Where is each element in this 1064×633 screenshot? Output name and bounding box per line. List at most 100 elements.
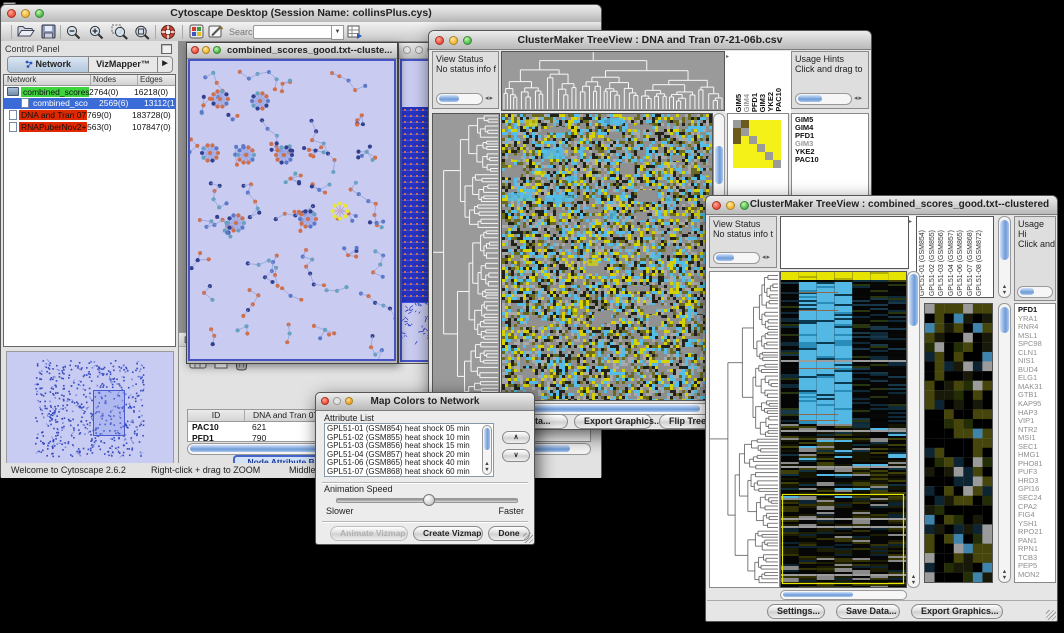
open-folder-icon[interactable] — [17, 24, 35, 39]
network-canvas-1[interactable] — [188, 59, 396, 361]
tv1-gene-dendrogram[interactable] — [432, 113, 500, 401]
zoom-window-icon[interactable] — [740, 201, 749, 210]
minimize-icon[interactable] — [415, 46, 423, 54]
scroll-right-icon[interactable]: ▸ — [726, 53, 729, 60]
gene-label[interactable]: MON2 — [1018, 571, 1055, 580]
tv2-settings-button[interactable]: Settings... — [767, 604, 825, 619]
column-label[interactable]: GPL51-04 (GSM857) — [948, 230, 958, 296]
tv1-usage-scroll[interactable]: ◂▸ — [795, 93, 863, 105]
zoom-fit-icon[interactable] — [133, 24, 151, 40]
tv2-export-graphics-button[interactable]: Export Graphics... — [911, 604, 1003, 619]
column-label[interactable]: GPL51-02 (GSM855) — [929, 230, 939, 296]
minimize-icon[interactable] — [21, 9, 30, 18]
main-titlebar[interactable]: Cytoscape Desktop (Session Name: collins… — [1, 5, 601, 23]
tv1-usage-hints: Usage Hints Click and drag to ◂▸ — [791, 51, 869, 109]
zoom-out-icon[interactable] — [65, 24, 82, 40]
tv2-heatmap[interactable] — [780, 271, 907, 588]
resize-grip[interactable] — [523, 533, 533, 543]
tv2-heatmap-hscroll[interactable] — [780, 590, 907, 600]
close-icon[interactable] — [191, 46, 199, 54]
column-label[interactable]: PAC10 — [774, 88, 782, 112]
scroll-updown-icon[interactable]: ▲▼ — [483, 461, 491, 473]
animation-speed-slider[interactable] — [336, 498, 518, 503]
tv2-zoom-heatmap[interactable] — [924, 303, 993, 583]
zoom-window-icon[interactable] — [345, 397, 353, 405]
scroll-updown-icon[interactable]: ▲▼ — [999, 569, 1010, 581]
column-label[interactable]: YKE2 — [766, 92, 774, 112]
tab-network[interactable]: Network — [8, 57, 89, 72]
tv1-zoom-matrix[interactable] — [733, 120, 781, 168]
animate-vizmap-button[interactable]: Animate Vizmap — [330, 526, 408, 541]
tv2-labels-vscroll[interactable]: ▲▼ — [998, 216, 1011, 298]
attr-row-id: PAC10 — [188, 422, 244, 433]
column-label[interactable]: GIM3 — [758, 94, 766, 112]
annotation-icon[interactable] — [208, 24, 224, 39]
dialog-titlebar[interactable]: Map Colors to Network — [316, 393, 534, 411]
scroll-arrows-icon[interactable]: ◂▸ — [854, 94, 863, 104]
help-ring-icon[interactable] — [160, 24, 176, 40]
tv1-column-dendrogram[interactable] — [501, 51, 725, 111]
tv2-gene-dendrogram[interactable] — [709, 271, 780, 588]
move-up-button[interactable]: ∧ — [502, 431, 530, 444]
column-label[interactable]: GPL51-01 (GSM854) — [919, 230, 929, 296]
network-row[interactable]: RNAPuberNov2+I 563(0) 107847(0) — [4, 121, 175, 133]
column-label[interactable]: GPL51-03 (GSM856) — [938, 230, 948, 296]
column-label[interactable]: PFD1 — [750, 93, 758, 112]
search-dropdown-icon[interactable]: ▼ — [331, 25, 344, 40]
save-icon[interactable] — [41, 24, 56, 39]
scroll-arrows-icon[interactable]: ◂▸ — [762, 253, 771, 263]
slider-thumb[interactable] — [423, 494, 435, 506]
zoom-window-icon[interactable] — [463, 36, 472, 45]
tv2-save-data-button[interactable]: Save Data... — [836, 604, 900, 619]
treeview1-titlebar[interactable]: ClusterMaker TreeView : DNA and Tran 07-… — [429, 31, 871, 50]
tab-vizmapper[interactable]: VizMapper™ — [89, 57, 158, 72]
float-panel-icon[interactable] — [161, 44, 172, 54]
close-icon[interactable] — [712, 201, 721, 210]
minimize-icon[interactable] — [449, 36, 458, 45]
treeview2-titlebar[interactable]: ClusterMaker TreeView : combined_scores_… — [706, 196, 1057, 215]
network-row[interactable]: combined_sco 2569(6) 13112(15) — [4, 98, 175, 110]
zoom-selected-icon[interactable] — [111, 24, 129, 40]
zoom-in-icon[interactable] — [88, 24, 105, 40]
attribute-listbox[interactable]: GPL51-01 (GSM854) heat shock 05 minGPL51… — [324, 423, 494, 477]
minimize-icon[interactable] — [726, 201, 735, 210]
close-icon[interactable] — [403, 46, 411, 54]
gene-label[interactable]: PAC10 — [795, 156, 868, 164]
minimize-icon[interactable] — [202, 46, 210, 54]
search-input[interactable] — [253, 25, 337, 39]
import-table-icon[interactable] — [347, 24, 363, 39]
minimize-icon[interactable] — [333, 397, 341, 405]
close-icon[interactable] — [435, 36, 444, 45]
move-down-button[interactable]: ∨ — [502, 449, 530, 462]
column-label[interactable]: GIM4 — [742, 94, 750, 112]
zoom-window-icon[interactable] — [35, 9, 44, 18]
column-label[interactable]: GPL51-08 (GSM872) — [976, 230, 986, 296]
attribute-item[interactable]: GPL51-07 (GSM868) heat shock 60 min — [327, 468, 491, 477]
zoom-window-icon[interactable] — [213, 46, 221, 54]
network-row[interactable]: DNA and Tran 07 769(0) 183728(0) — [4, 109, 175, 121]
column-label[interactable]: GPL51-06 (GSM865) — [957, 230, 967, 296]
birds-eye-view[interactable] — [6, 351, 174, 466]
scroll-right-icon[interactable]: ▸ — [909, 218, 912, 225]
scroll-updown-icon[interactable]: ▲▼ — [999, 284, 1010, 296]
network-row[interactable]: combined_scores 2764(0) 16218(0) — [4, 86, 175, 98]
scroll-updown-icon[interactable]: ▲▼ — [908, 574, 919, 586]
tv2-usage-scroll[interactable] — [1017, 286, 1053, 298]
network-window-1-titlebar[interactable]: combined_scores_good.txt--cluste... — [187, 43, 397, 59]
column-label[interactable]: GIM5 — [734, 94, 742, 112]
scroll-arrows-icon[interactable]: ◂▸ — [485, 94, 494, 104]
create-vizmap-button[interactable]: Create Vizmap — [413, 526, 483, 541]
column-label[interactable]: GPL51-07 (GSM868) — [967, 230, 977, 296]
tv1-status-scroll[interactable]: ◂▸ — [436, 93, 494, 105]
tv2-zoom-vscroll[interactable]: ▲▼ — [998, 303, 1011, 583]
close-icon[interactable] — [321, 397, 329, 405]
attribute-list-vscroll[interactable]: ▲▼ — [482, 425, 492, 475]
resize-grip[interactable] — [1046, 610, 1056, 620]
vizmap-palette-icon[interactable] — [189, 24, 204, 39]
close-icon[interactable] — [7, 9, 16, 18]
tv2-heatmap-vscroll[interactable]: ▲▼ — [907, 271, 920, 588]
tv1-heatmap[interactable] — [501, 113, 713, 401]
tab-more[interactable]: ▶ — [158, 57, 172, 72]
tv1-export-graphics-button[interactable]: Export Graphics... — [574, 414, 652, 429]
tv2-status-scroll[interactable]: ◂▸ — [713, 252, 771, 264]
